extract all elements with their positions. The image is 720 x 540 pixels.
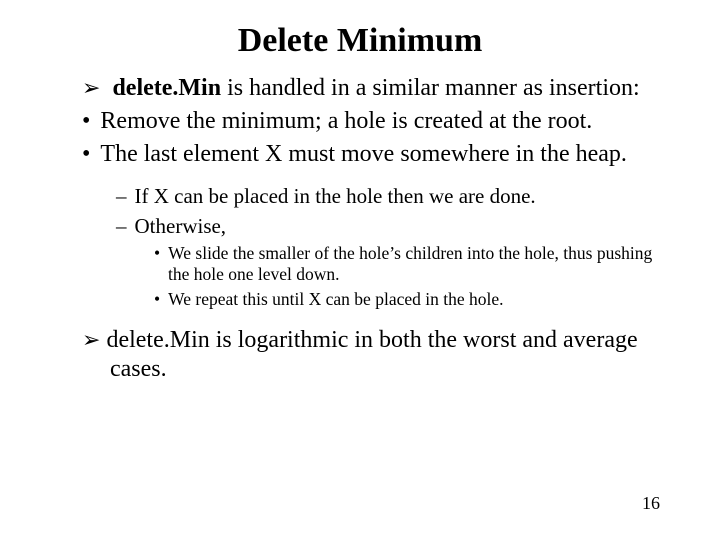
subsubbullet-slide: We slide the smaller of the hole’s child… — [154, 243, 670, 285]
subbullet-otherwise: Otherwise, — [116, 214, 670, 239]
bullet-remove-min: Remove the minimum; a hole is created at… — [82, 107, 670, 136]
slide-title: Delete Minimum — [50, 22, 670, 60]
spacer — [50, 172, 670, 184]
bullet-last-element: The last element X must move somewhere i… — [82, 140, 670, 169]
bold-term: delete.Min — [112, 75, 221, 101]
subbullet-if-x: If X can be placed in the hole then we a… — [116, 184, 670, 209]
slide: Delete Minimum delete.Min is handled in … — [0, 0, 720, 540]
subsubbullet-repeat: We repeat this until X can be placed in … — [154, 289, 670, 310]
bullet-deletemin-intro: delete.Min is handled in a similar manne… — [82, 74, 670, 103]
page-number: 16 — [642, 493, 660, 514]
bullet-text: is handled in a similar manner as insert… — [221, 75, 640, 101]
spacer — [50, 314, 670, 326]
bullet-logarithmic: delete.Min is logarithmic in both the wo… — [82, 326, 670, 384]
